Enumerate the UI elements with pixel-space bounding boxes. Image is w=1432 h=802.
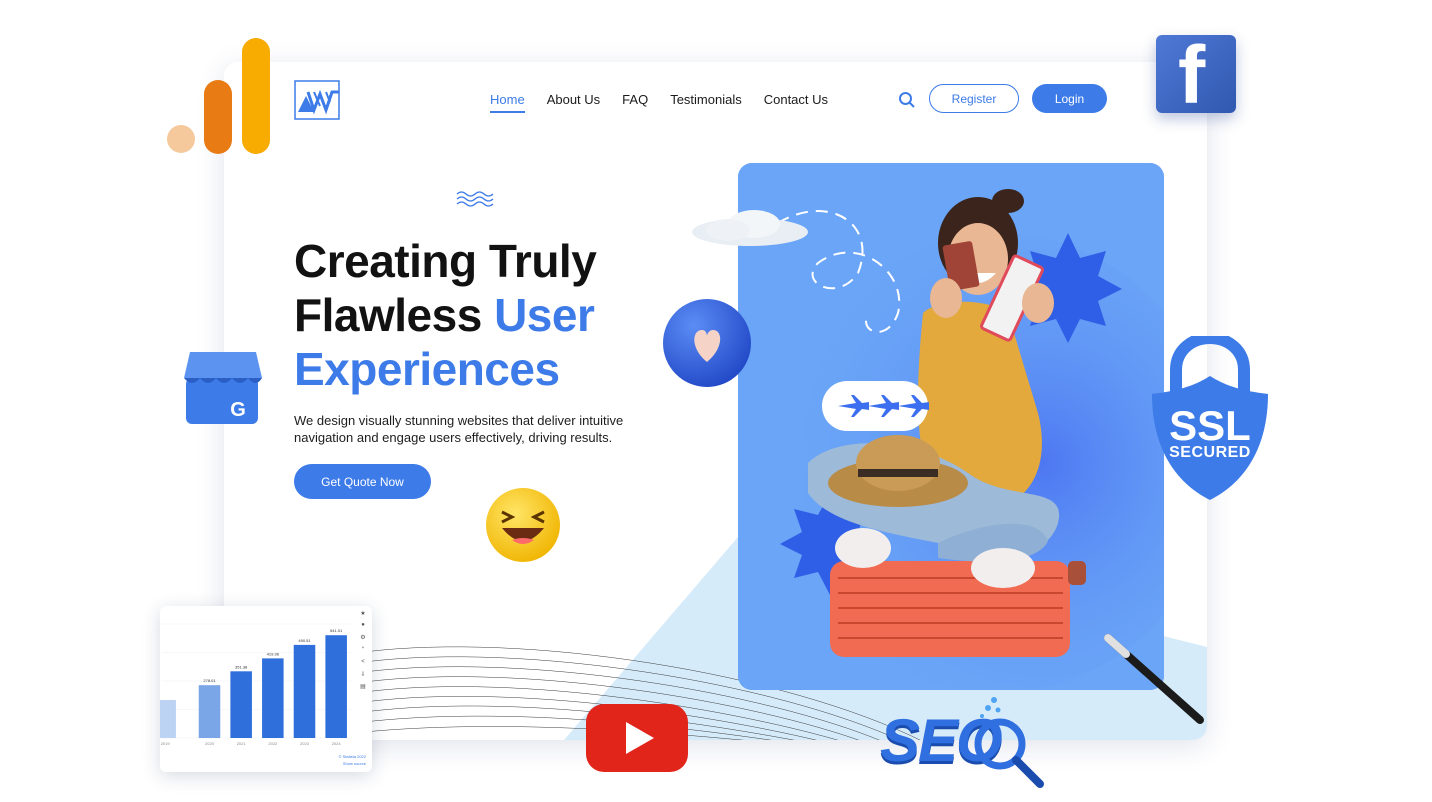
chart-bar-2019[interactable] <box>160 700 176 738</box>
chart-quote-icon[interactable]: “ <box>358 645 368 655</box>
chart-tick-label-2024: 2024 <box>332 741 342 746</box>
chart-copyright: © Statista 2022 <box>338 754 366 759</box>
chart-value-label-2020: 278.01 <box>203 678 216 683</box>
chart-tick-label-2022: 2022 <box>268 741 278 746</box>
facebook-icon[interactable]: f <box>1156 31 1236 121</box>
hero-title-accent-experiences: Experiences <box>294 343 560 395</box>
chart-tick-label-2020: 2020 <box>205 741 215 746</box>
bar-chart: 2019 278.01 2020 351.38 2021 419.96 2022 490.51… <box>160 623 352 746</box>
chart-tick-label-2023: 2023 <box>300 741 310 746</box>
bar-chart-widget: 2019 278.01 2020 351.38 2021 419.96 2022 490.51… <box>160 606 372 772</box>
hero-subtitle: We design visually stunning websites tha… <box>294 413 624 445</box>
chart-tick-label-2021: 2021 <box>237 741 247 746</box>
youtube-icon[interactable] <box>584 702 690 774</box>
chart-bell-icon[interactable]: ● <box>358 620 368 630</box>
chart-star-icon[interactable]: ★ <box>358 608 368 618</box>
chart-share-icon[interactable]: < <box>358 657 368 667</box>
nav-contact-us[interactable]: Contact Us <box>764 92 828 113</box>
register-button[interactable]: Register <box>929 84 1019 113</box>
ssl-label: SSL <box>1169 402 1251 449</box>
svg-text:G: G <box>230 399 246 421</box>
chart-value-label-2024: 541.01 <box>330 628 343 633</box>
nav-about-us[interactable]: About Us <box>547 92 600 113</box>
chart-print-icon[interactable]: ▤ <box>358 682 368 692</box>
nav-home[interactable]: Home <box>490 92 525 113</box>
search-icon[interactable] <box>898 91 916 109</box>
chart-toolbar: ★ ● ⚙ “ < ⇩ ▤ <box>356 608 370 692</box>
facebook-glyph: f <box>1178 30 1206 121</box>
hero-title: Creating Truly Flawless User Experiences <box>294 234 714 396</box>
main-nav: Home About Us FAQ Testimonials Contact U… <box>490 92 850 113</box>
chart-value-label-2021: 351.38 <box>235 664 248 669</box>
chart-tick-label-2019: 2019 <box>161 741 171 746</box>
chart-value-label-2023: 490.51 <box>298 638 311 643</box>
get-quote-button[interactable]: Get Quote Now <box>294 464 431 499</box>
ssl-lock-icon: SSL SECURED <box>1148 331 1272 504</box>
pen-icon <box>1104 634 1204 724</box>
waves-icon <box>456 191 494 207</box>
google-analytics-icon <box>167 38 270 154</box>
heart-icon <box>663 299 751 387</box>
google-my-business-icon: G <box>184 352 262 424</box>
chart-gear-icon[interactable]: ⚙ <box>358 633 368 643</box>
chart-value-label-2022: 419.96 <box>267 651 280 656</box>
laughing-emoji-icon <box>486 488 560 562</box>
login-button[interactable]: Login <box>1032 84 1107 113</box>
seo-magnifier-icon <box>974 697 1044 788</box>
chart-bar-2021[interactable] <box>230 671 252 738</box>
hero-title-line1: Creating Truly <box>294 235 597 287</box>
hero-title-line2: Flawless <box>294 289 495 341</box>
chart-bar-2024[interactable] <box>325 635 347 738</box>
seo-badge: SEO <box>880 694 1050 790</box>
ssl-secured-label: SECURED <box>1169 444 1251 461</box>
chart-bar-2023[interactable] <box>293 644 316 738</box>
chart-show-source[interactable]: Show source <box>339 760 366 767</box>
chart-footer: © Statista 2022 Show source <box>339 753 366 767</box>
hero-title-accent-user: User <box>494 289 595 341</box>
logo-icon[interactable] <box>294 80 344 122</box>
cloud-icon <box>692 210 808 246</box>
chart-bar-2020[interactable] <box>198 685 221 738</box>
nav-faq[interactable]: FAQ <box>622 92 648 113</box>
chart-bar-2022[interactable] <box>262 658 284 738</box>
nav-testimonials[interactable]: Testimonials <box>670 92 742 113</box>
chart-download-icon[interactable]: ⇩ <box>358 669 368 679</box>
